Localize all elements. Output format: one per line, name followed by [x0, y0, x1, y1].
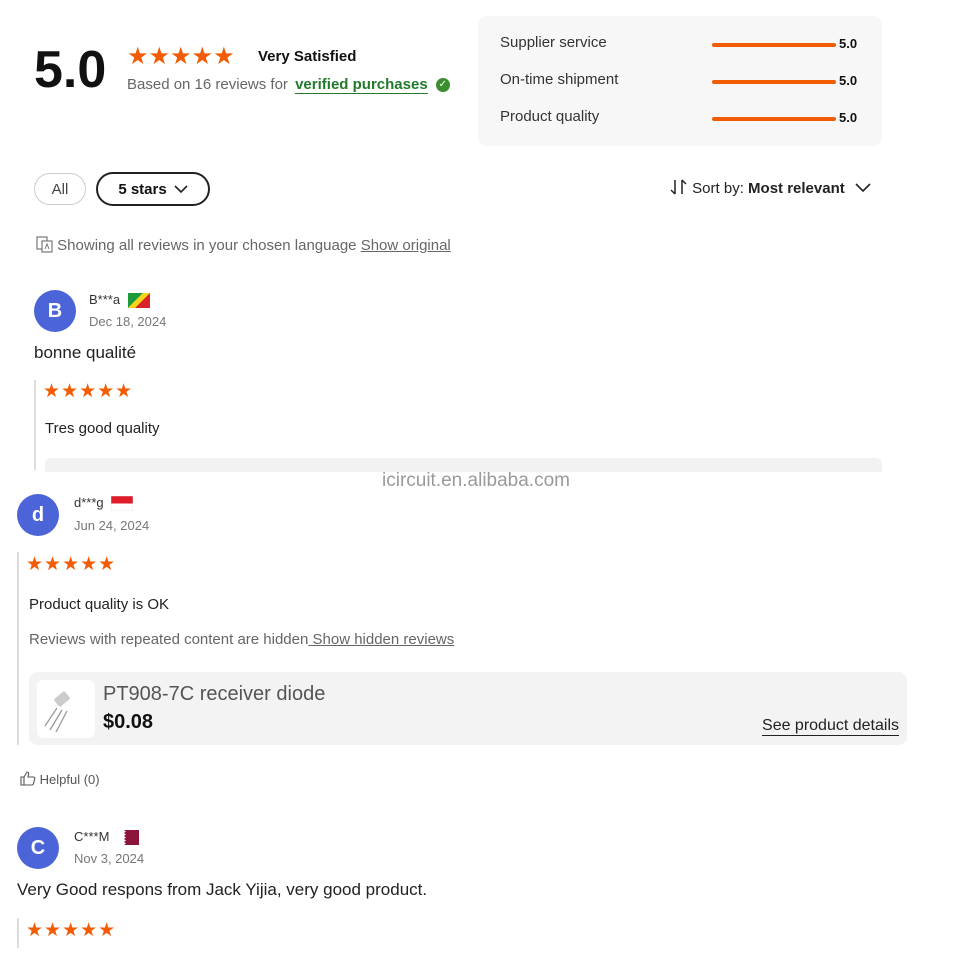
overall-stars: ★★★★★ [127, 43, 235, 70]
sort-value: Most relevant [748, 180, 845, 197]
review-stars: ★★★★★ [43, 381, 134, 402]
rating-value: 5.0 [839, 110, 858, 125]
review-text: Very Good respons from Jack Yijia, very … [17, 880, 428, 899]
sort-dropdown[interactable]: Sort by: Most relevant [670, 179, 871, 197]
chevron-down-icon [855, 183, 871, 193]
see-product-details-link[interactable]: See product details [762, 717, 899, 736]
language-notice-text: Showing all reviews in your chosen langu… [57, 237, 357, 254]
based-on-text: Based on 16 reviews for [127, 76, 288, 93]
product-card[interactable]: PT908-7C receiver diode $0.08 See produc… [29, 672, 907, 745]
filter-all-button[interactable]: All [34, 173, 86, 205]
reviewer-username: d***g [74, 495, 104, 510]
overall-score: 5.0 [34, 41, 107, 99]
satisfaction-label: Very Satisfied [258, 48, 357, 65]
product-thumbnail[interactable] [37, 680, 95, 738]
flag-qatar-icon [117, 830, 140, 846]
product-name[interactable]: PT908-7C receiver diode [103, 683, 325, 706]
reviewer-username: C***M [74, 829, 110, 844]
chevron-down-icon [174, 185, 188, 194]
hidden-reviews-notice: Reviews with repeated content are hidden… [29, 631, 454, 648]
flag-congo-icon [127, 293, 150, 309]
avatar: B [34, 290, 76, 332]
ratings-breakdown: Supplier service 5.0 On-time shipment 5.… [478, 16, 882, 146]
rating-row-supplier-service: Supplier service 5.0 [500, 34, 870, 54]
review-stars: ★★★★★ [26, 920, 117, 941]
review-divider [17, 918, 19, 948]
rating-row-on-time-shipment: On-time shipment 5.0 [500, 71, 870, 91]
rating-value: 5.0 [839, 73, 858, 88]
show-hidden-reviews-link[interactable]: Show hidden reviews [308, 631, 455, 648]
rating-row-product-quality: Product quality 5.0 [500, 108, 870, 128]
verified-purchases-link[interactable]: verified purchases [295, 76, 428, 94]
review-date: Nov 3, 2024 [74, 851, 145, 866]
review-date: Jun 24, 2024 [74, 518, 150, 533]
avatar: d [17, 494, 59, 536]
language-notice: Showing all reviews in your chosen langu… [36, 236, 451, 254]
review-comment: Product quality is OK [29, 596, 170, 613]
review-stars: ★★★★★ [26, 554, 117, 575]
filter-5-stars-dropdown[interactable]: 5 stars [96, 172, 210, 206]
rating-label: Product quality [500, 108, 600, 125]
helpful-button[interactable]: Helpful (0) [20, 771, 100, 787]
rating-bar [712, 80, 836, 84]
verified-check-icon: ✓ [435, 78, 450, 93]
helpful-label: Helpful (0) [39, 772, 100, 787]
review-text: bonne qualité [34, 343, 137, 362]
review-divider [17, 552, 19, 745]
reviews-basis: Based on 16 reviews for verified purchas… [127, 76, 450, 94]
watermark-text: icircuit.en.alibaba.com [382, 470, 570, 491]
reviewer-name: B***a [89, 292, 150, 309]
reviewer-name: C***M [74, 829, 140, 846]
product-price: $0.08 [103, 711, 154, 733]
review-date: Dec 18, 2024 [89, 314, 167, 329]
rating-bar [712, 43, 836, 47]
avatar: C [17, 827, 59, 869]
thumbs-up-icon [20, 771, 36, 786]
review-divider [34, 380, 36, 470]
hidden-notice-text: Reviews with repeated content are hidden [29, 631, 309, 648]
reviewer-username: B***a [89, 292, 121, 307]
reviewer-name: d***g [74, 495, 134, 512]
sort-prefix: Sort by: [692, 180, 744, 197]
show-original-link[interactable]: Show original [361, 237, 451, 254]
sort-arrows-icon [670, 179, 687, 195]
rating-bar [712, 117, 836, 121]
rating-label: On-time shipment [500, 71, 619, 88]
rating-label: Supplier service [500, 34, 607, 51]
rating-value: 5.0 [839, 36, 858, 51]
filter-label: 5 stars [118, 180, 167, 198]
review-comment: Tres good quality [45, 420, 160, 437]
translate-icon [36, 236, 53, 253]
diode-image-icon [44, 691, 70, 733]
flag-indonesia-icon [111, 496, 134, 512]
